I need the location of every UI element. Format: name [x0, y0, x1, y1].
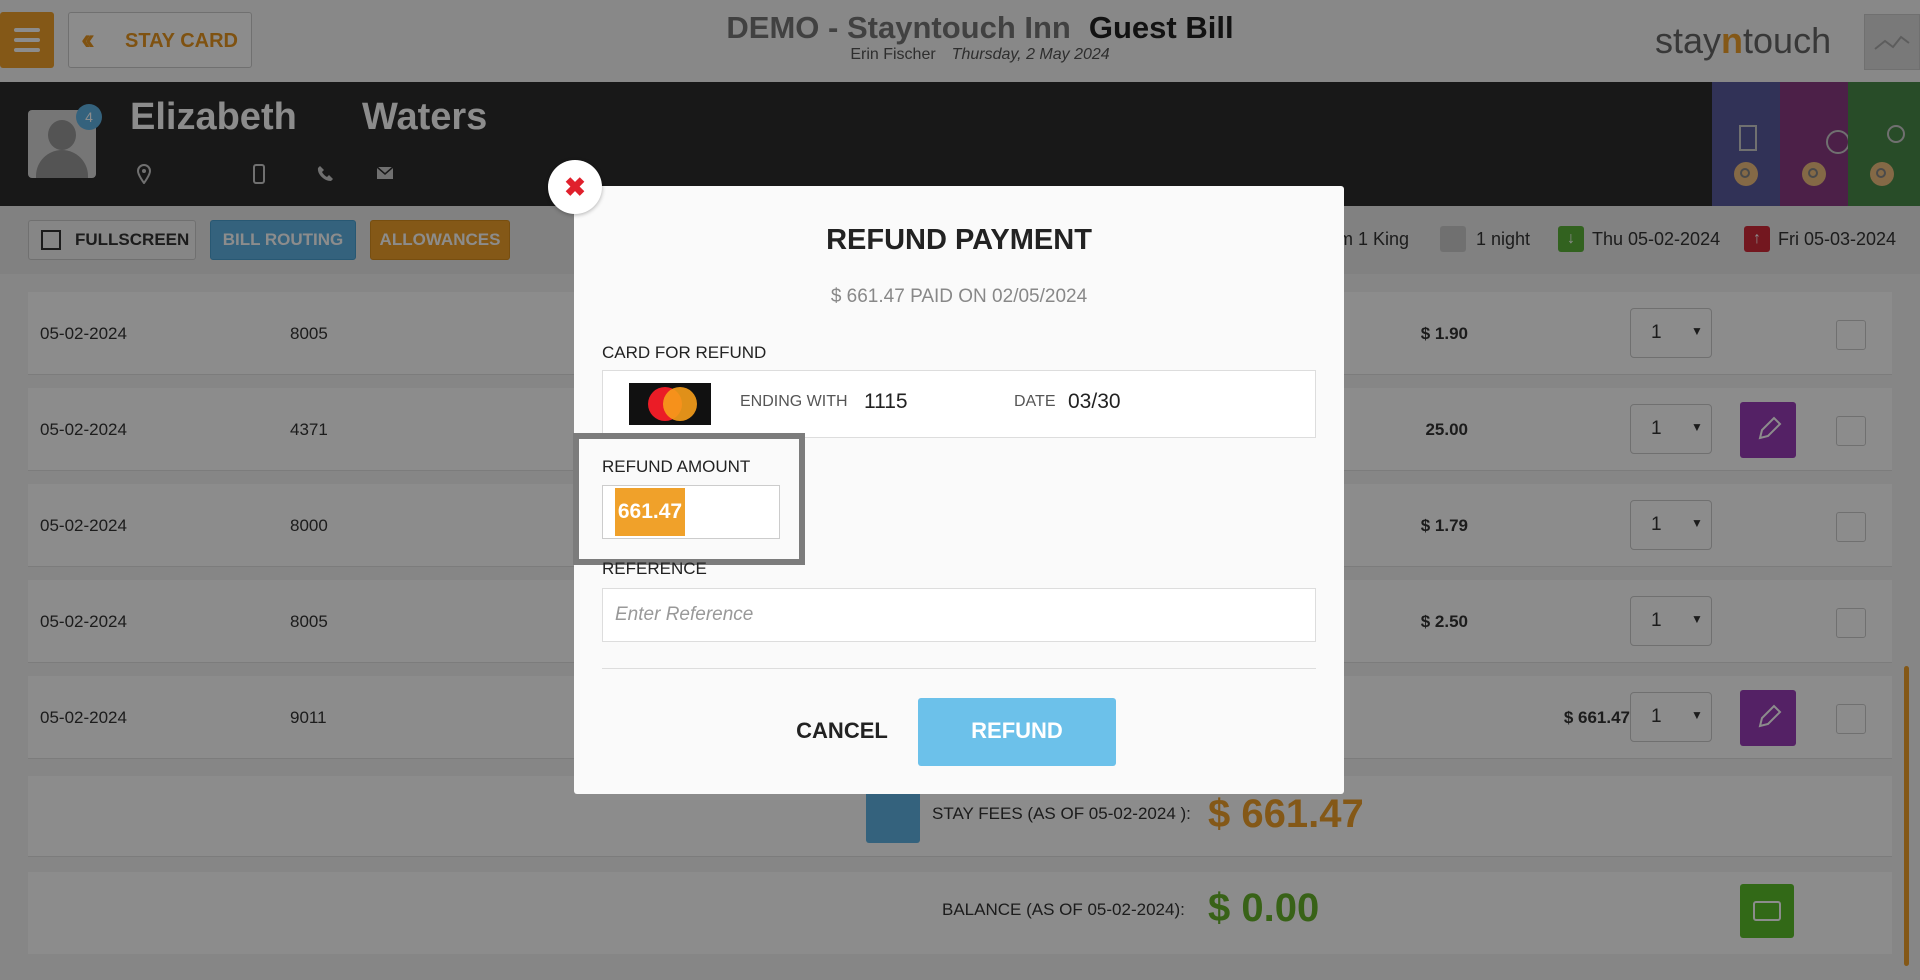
dialog-title: REFUND PAYMENT	[826, 224, 1092, 256]
divider	[602, 668, 1316, 669]
refund-amount-label: REFUND AMOUNT	[602, 457, 751, 476]
card-date-label: DATE	[1014, 393, 1056, 410]
close-icon: ✖	[564, 172, 586, 202]
reference-input[interactable]: Enter Reference	[602, 588, 1316, 642]
ending-with-label: ENDING WITH	[740, 393, 848, 410]
cancel-button[interactable]: CANCEL	[782, 700, 902, 762]
reference-label: REFERENCE	[602, 559, 707, 578]
payment-summary: $ 661.47 PAID ON 02/05/2024	[830, 286, 1088, 307]
reference-placeholder: Enter Reference	[615, 604, 754, 625]
card-for-refund-label: CARD FOR REFUND	[602, 343, 767, 362]
mastercard-orange-circle	[663, 387, 697, 421]
refund-button[interactable]: REFUND	[918, 698, 1116, 766]
refund-amount-input[interactable]: 661.47	[602, 485, 780, 539]
card-expiry: 03/30	[1068, 390, 1121, 413]
mastercard-icon	[629, 383, 711, 425]
card-last-digits: 1115	[864, 390, 908, 413]
close-button[interactable]: ✖	[548, 160, 602, 214]
selected-amount-text: 661.47	[615, 488, 685, 536]
